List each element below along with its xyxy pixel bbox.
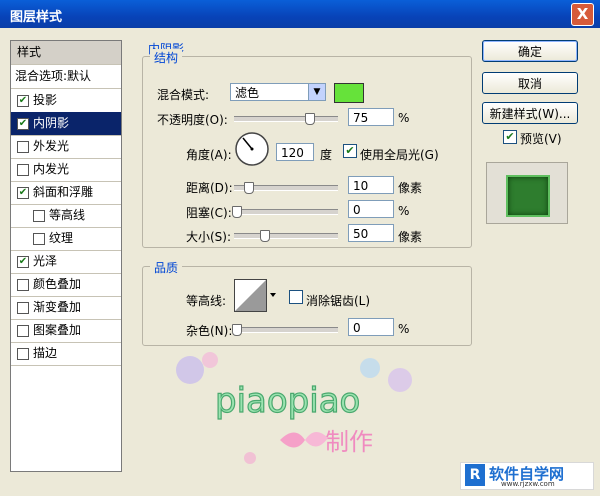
style-item[interactable]: 描边 bbox=[11, 342, 121, 366]
noise-slider-thumb[interactable] bbox=[232, 324, 242, 336]
title-bar: 图层样式 X bbox=[0, 0, 600, 28]
style-item-checkbox[interactable] bbox=[17, 325, 29, 337]
preview-swatch bbox=[506, 175, 550, 217]
preview-label: 预览(V) bbox=[520, 132, 562, 146]
watermark-graphic: piaopiao 制作 bbox=[176, 352, 412, 464]
opacity-label: 不透明度(O): bbox=[157, 113, 228, 127]
style-item-checkbox[interactable] bbox=[17, 348, 29, 360]
choke-input[interactable]: 0 bbox=[348, 200, 394, 218]
choke-slider-thumb[interactable] bbox=[232, 206, 242, 218]
style-item-label: 渐变叠加 bbox=[33, 300, 82, 314]
logo-icon: R bbox=[465, 464, 485, 486]
window-title: 图层样式 bbox=[10, 10, 63, 25]
size-slider-thumb[interactable] bbox=[260, 230, 270, 242]
style-item-label: 内阴影 bbox=[33, 116, 70, 130]
choke-unit: % bbox=[398, 204, 410, 218]
distance-unit: 像素 bbox=[398, 181, 423, 195]
style-item-label: 外发光 bbox=[33, 139, 70, 153]
size-label: 大小(S): bbox=[186, 230, 232, 244]
site-logo: R 软件自学网 www.rjzxw.com bbox=[460, 462, 594, 490]
chevron-down-icon[interactable]: ▼ bbox=[308, 84, 325, 100]
style-preview bbox=[486, 162, 568, 224]
style-item-checkbox[interactable]: ✔ bbox=[17, 187, 29, 199]
noise-input[interactable]: 0 bbox=[348, 318, 394, 336]
angle-input[interactable]: 120 bbox=[276, 143, 314, 161]
style-item[interactable]: 外发光 bbox=[11, 135, 121, 159]
style-item-label: 描边 bbox=[33, 346, 58, 360]
style-item-checkbox[interactable] bbox=[33, 233, 45, 245]
choke-label: 阻塞(C): bbox=[186, 206, 232, 220]
style-item-checkbox[interactable] bbox=[17, 141, 29, 153]
style-item[interactable]: 渐变叠加 bbox=[11, 296, 121, 320]
preview-checkbox[interactable]: ✔ bbox=[503, 130, 517, 144]
style-item-checkbox[interactable] bbox=[17, 164, 29, 176]
style-item-label: 斜面和浮雕 bbox=[33, 185, 94, 199]
style-item[interactable]: ✔ 投影 bbox=[11, 89, 121, 113]
style-item-label: 等高线 bbox=[49, 208, 86, 222]
blend-mode-label: 混合模式: bbox=[157, 88, 210, 102]
noise-label: 杂色(N): bbox=[186, 324, 233, 338]
noise-unit: % bbox=[398, 322, 410, 336]
style-item-label: 图案叠加 bbox=[33, 323, 82, 337]
opacity-unit: % bbox=[398, 111, 410, 125]
style-item[interactable]: 内发光 bbox=[11, 158, 121, 182]
style-item-label: 内发光 bbox=[33, 162, 70, 176]
angle-dial[interactable] bbox=[234, 131, 270, 167]
global-light-label: 使用全局光(G) bbox=[360, 148, 439, 162]
antialias-label: 消除锯齿(L) bbox=[306, 294, 371, 308]
distance-slider[interactable] bbox=[234, 182, 338, 194]
distance-slider-thumb[interactable] bbox=[244, 182, 254, 194]
angle-label: 角度(A): bbox=[186, 148, 232, 162]
opacity-slider[interactable] bbox=[234, 113, 338, 125]
opacity-input[interactable]: 75 bbox=[348, 108, 394, 126]
style-item-checkbox[interactable] bbox=[33, 210, 45, 222]
distance-input[interactable]: 10 bbox=[348, 176, 394, 194]
styles-list: 样式 混合选项:默认 ✔ 投影 ✔ 内阴影外发光内发光 ✔ 斜面和浮雕等高线纹理 ✔ 光泽颜色… bbox=[10, 40, 122, 472]
style-item-label: 颜色叠加 bbox=[33, 277, 82, 291]
style-item[interactable]: 图案叠加 bbox=[11, 319, 121, 343]
size-input[interactable]: 50 bbox=[348, 224, 394, 242]
style-item[interactable]: ✔ 斜面和浮雕 bbox=[11, 181, 121, 205]
new-style-button[interactable]: 新建样式(W)... bbox=[482, 102, 578, 124]
structure-title: 结构 bbox=[150, 49, 183, 66]
blend-mode-select[interactable]: 滤色 ▼ bbox=[230, 83, 326, 101]
contour-label: 等高线: bbox=[186, 294, 227, 308]
style-item-label: 光泽 bbox=[33, 254, 58, 268]
contour-picker[interactable] bbox=[234, 279, 278, 315]
distance-label: 距离(D): bbox=[186, 181, 233, 195]
quality-title: 品质 bbox=[150, 259, 183, 276]
opacity-slider-thumb[interactable] bbox=[305, 113, 315, 125]
shadow-color-swatch[interactable] bbox=[334, 83, 364, 103]
style-item-checkbox[interactable]: ✔ bbox=[17, 118, 29, 130]
style-item[interactable]: 颜色叠加 bbox=[11, 273, 121, 297]
style-item-label: 投影 bbox=[33, 93, 58, 107]
choke-slider[interactable] bbox=[232, 206, 338, 218]
size-unit: 像素 bbox=[398, 230, 423, 244]
noise-slider[interactable] bbox=[232, 324, 338, 336]
watermark-text: piaopiao bbox=[215, 381, 360, 421]
style-item[interactable]: 纹理 bbox=[11, 227, 121, 251]
cancel-button[interactable]: 取消 bbox=[482, 72, 578, 94]
global-light-checkbox[interactable]: ✔ bbox=[343, 144, 357, 158]
ok-button[interactable]: 确定 bbox=[482, 40, 578, 62]
antialias-checkbox[interactable] bbox=[289, 290, 303, 304]
style-item-checkbox[interactable] bbox=[17, 302, 29, 314]
chevron-down-icon bbox=[270, 293, 276, 297]
style-item-checkbox[interactable]: ✔ bbox=[17, 256, 29, 268]
styles-header: 样式 bbox=[11, 41, 121, 65]
style-item[interactable]: ✔ 光泽 bbox=[11, 250, 121, 274]
style-item[interactable]: ✔ 内阴影 bbox=[11, 112, 121, 136]
style-item[interactable]: 等高线 bbox=[11, 204, 121, 228]
blend-options-item[interactable]: 混合选项:默认 bbox=[11, 65, 121, 89]
close-button[interactable]: X bbox=[571, 3, 594, 26]
style-item-checkbox[interactable]: ✔ bbox=[17, 95, 29, 107]
style-item-checkbox[interactable] bbox=[17, 279, 29, 291]
size-slider[interactable] bbox=[234, 230, 338, 242]
angle-unit: 度 bbox=[320, 148, 333, 162]
style-item-label: 纹理 bbox=[49, 231, 74, 245]
watermark-sub: 制作 bbox=[325, 428, 373, 456]
